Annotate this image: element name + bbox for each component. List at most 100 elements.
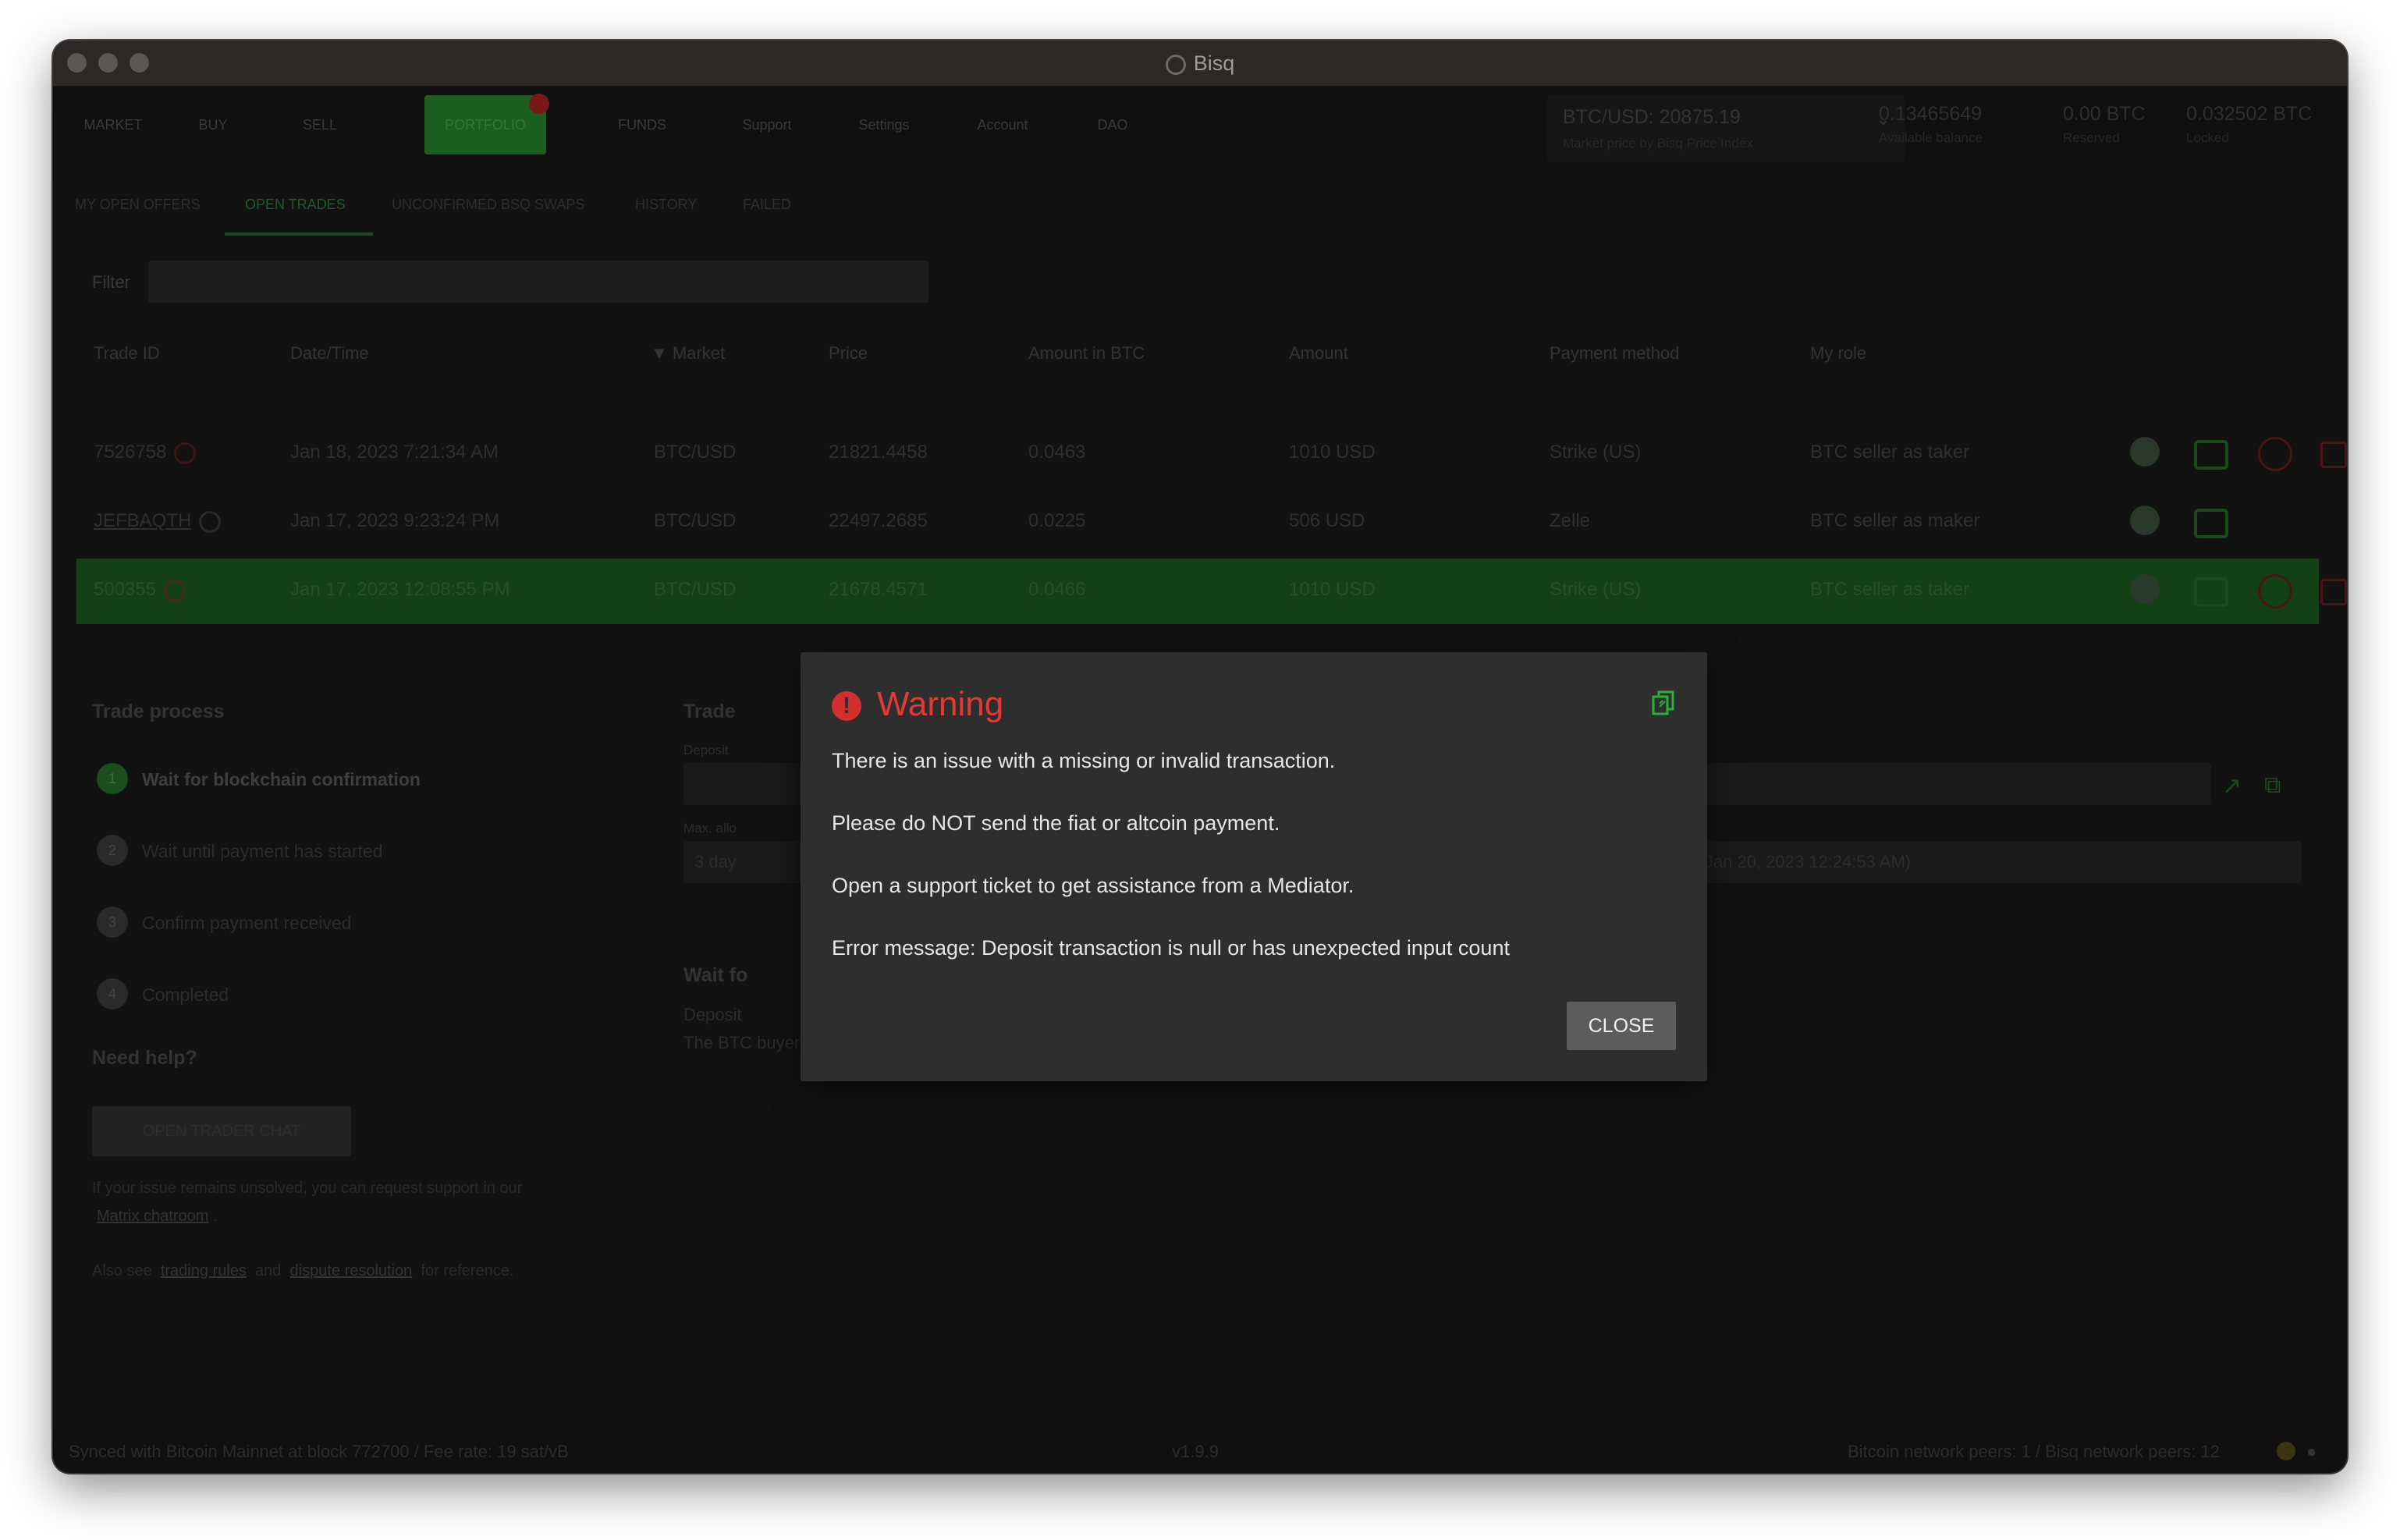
nav-tab-buy[interactable]: BUY <box>178 95 248 154</box>
tab-my-open-offers[interactable]: MY OPEN OFFERS <box>75 197 201 213</box>
tab-failed[interactable]: FAILED <box>743 197 791 213</box>
table-row-selected[interactable]: 500355 Jan 17, 2023 12:08:55 PM BTC/USD … <box>76 559 2347 624</box>
column-date-time[interactable]: Date/Time <box>290 343 369 364</box>
chat-icon[interactable] <box>2194 440 2228 470</box>
step-label: Wait for blockchain confirmation <box>142 769 421 790</box>
cell-date: Jan 17, 2023 9:23:24 PM <box>290 510 500 531</box>
matrix-chatroom-link[interactable]: Matrix chatroom <box>97 1208 208 1225</box>
warning-dialog: ! Warning There is an issue with a missi… <box>801 652 1707 1081</box>
column-my-role[interactable]: My role <box>1810 343 1866 364</box>
cell-payment-method: Strike (US) <box>1550 442 1642 463</box>
window-title: Bisq <box>53 41 2347 86</box>
filter-label: Filter <box>92 272 130 292</box>
step-label: Wait until payment has started <box>142 841 383 861</box>
chat-icon[interactable] <box>2194 509 2228 538</box>
cell-amount-btc: 0.0463 <box>1028 442 1086 463</box>
table-row[interactable]: JEFBAQTH Jan 17, 2023 9:23:24 PM BTC/USD… <box>76 490 2319 555</box>
max-period-value: 3 day <box>694 852 737 871</box>
copy-icon[interactable]: ⧉ <box>2264 772 2281 799</box>
step-number: 1 <box>97 763 128 794</box>
info-icon <box>199 510 222 533</box>
cell-market: BTC/USD <box>654 442 737 463</box>
nav-tab-sell[interactable]: SELL <box>281 95 359 154</box>
column-market[interactable]: ▼ Market <box>651 343 725 364</box>
open-support-ticket-icon[interactable] <box>2258 437 2292 471</box>
warning-icon <box>174 442 197 464</box>
column-amount-btc[interactable]: Amount in BTC <box>1028 343 1145 364</box>
dialog-message-1: There is an issue with a missing or inva… <box>832 749 1336 772</box>
cell-trade-id[interactable]: 500355 <box>94 579 186 601</box>
cell-role: BTC seller as taker <box>1810 579 1970 600</box>
copy-icon[interactable] <box>1651 690 1676 716</box>
table-row[interactable]: 7526758 Jan 18, 2023 7:21:34 AM BTC/USD … <box>76 421 2347 487</box>
trade-panel-title: Trade <box>683 701 736 722</box>
trade-id-text: 7526758 <box>94 442 167 463</box>
open-support-ticket-icon[interactable] <box>2258 574 2292 609</box>
step-number: 4 <box>97 978 128 1010</box>
sync-status: Synced with Bitcoin Mainnet at block 772… <box>69 1442 569 1461</box>
trade-process-title: Trade process <box>92 701 225 722</box>
dialog-error-message: Error message: Deposit transaction is nu… <box>832 936 1510 960</box>
cell-market: BTC/USD <box>654 510 737 531</box>
cell-role: BTC seller as maker <box>1810 510 1980 531</box>
wait-title: Wait fo <box>683 964 748 986</box>
warning-icon: ! <box>832 691 861 721</box>
network-status-icon <box>2277 1442 2295 1460</box>
reserved-balance: 0.00 BTC Reserved <box>2063 103 2146 146</box>
version-label: v1.9.9 <box>1172 1442 1219 1461</box>
peer-avatar-icon[interactable] <box>2130 574 2160 604</box>
market-price-value: BTC/USD: 20875.19 <box>1563 106 1741 128</box>
tab-history[interactable]: HISTORY <box>635 197 697 213</box>
move-to-failed-icon[interactable] <box>2320 579 2347 605</box>
market-price-selector[interactable]: BTC/USD: 20875.19 Market price by Bisq P… <box>1547 95 1905 162</box>
app-content: MARKET BUY SELL PORTFOLIO FUNDS Support … <box>53 87 2347 1473</box>
cell-market: BTC/USD <box>654 579 737 600</box>
move-to-failed-icon[interactable] <box>2320 442 2347 468</box>
chat-icon[interactable] <box>2194 577 2228 607</box>
column-trade-id[interactable]: Trade ID <box>94 343 160 364</box>
dialog-message-2: Please do NOT send the fiat or altcoin p… <box>832 811 1280 835</box>
cell-price: 21821.4458 <box>829 442 928 463</box>
available-balance-value: 0.13465649 <box>1879 103 1983 125</box>
trading-rules-link[interactable]: trading rules <box>161 1262 247 1279</box>
tab-unconfirmed-bsq-swaps[interactable]: UNCONFIRMED BSQ SWAPS <box>392 197 584 213</box>
help-text: If your issue remains unsolved, you can … <box>92 1180 523 1197</box>
nav-tab-settings[interactable]: Settings <box>841 95 927 154</box>
open-trader-chat-button[interactable]: OPEN TRADER CHAT <box>92 1106 351 1156</box>
reserved-balance-label: Reserved <box>2063 130 2120 145</box>
tab-open-trades[interactable]: OPEN TRADES <box>245 197 346 213</box>
cell-payment-method: Zelle <box>1550 510 1591 531</box>
open-external-icon[interactable]: ↗ <box>2222 772 2242 800</box>
cell-amount: 1010 USD <box>1289 579 1376 600</box>
nav-tab-portfolio[interactable]: PORTFOLIO <box>424 94 549 154</box>
dispute-resolution-link[interactable]: dispute resolution <box>290 1262 413 1279</box>
cell-amount-btc: 0.0225 <box>1028 510 1086 531</box>
column-amount[interactable]: Amount <box>1289 343 1348 364</box>
cell-price: 21678.4571 <box>829 579 928 600</box>
close-button[interactable]: CLOSE <box>1567 1002 1676 1050</box>
step-label: Confirm payment received <box>142 913 352 933</box>
market-price-label: Market price by Bisq Price Index <box>1563 136 1753 151</box>
filter-input[interactable] <box>148 261 928 303</box>
column-payment-method[interactable]: Payment method <box>1550 343 1679 364</box>
nav-tab-support[interactable]: Support <box>724 95 810 154</box>
column-price[interactable]: Price <box>829 343 868 364</box>
nav-tab-account[interactable]: Account <box>960 95 1046 154</box>
nav-tab-market[interactable]: MARKET <box>70 95 156 154</box>
also-see-label: Also see <box>92 1262 152 1279</box>
cell-date: Jan 18, 2023 7:21:34 AM <box>290 442 499 463</box>
cell-amount-btc: 0.0466 <box>1028 579 1086 600</box>
dialog-message-3: Open a support ticket to get assistance … <box>832 874 1354 897</box>
step-number: 2 <box>97 835 128 866</box>
max-period-label: Max. allo <box>683 821 737 836</box>
peer-avatar-icon[interactable] <box>2130 506 2160 535</box>
peer-avatar-icon[interactable] <box>2130 437 2160 467</box>
cell-trade-id[interactable]: 7526758 <box>94 442 197 464</box>
nav-tab-funds[interactable]: FUNDS <box>599 95 685 154</box>
warning-icon <box>164 579 186 601</box>
nav-tab-dao[interactable]: DAO <box>1081 95 1144 154</box>
cell-price: 22497.2685 <box>829 510 928 531</box>
cell-trade-id[interactable]: JEFBAQTH <box>94 510 222 533</box>
matrix-chatroom-link-wrapper: Matrix chatroom . <box>97 1208 218 1225</box>
trade-id-link[interactable]: JEFBAQTH <box>94 510 191 531</box>
